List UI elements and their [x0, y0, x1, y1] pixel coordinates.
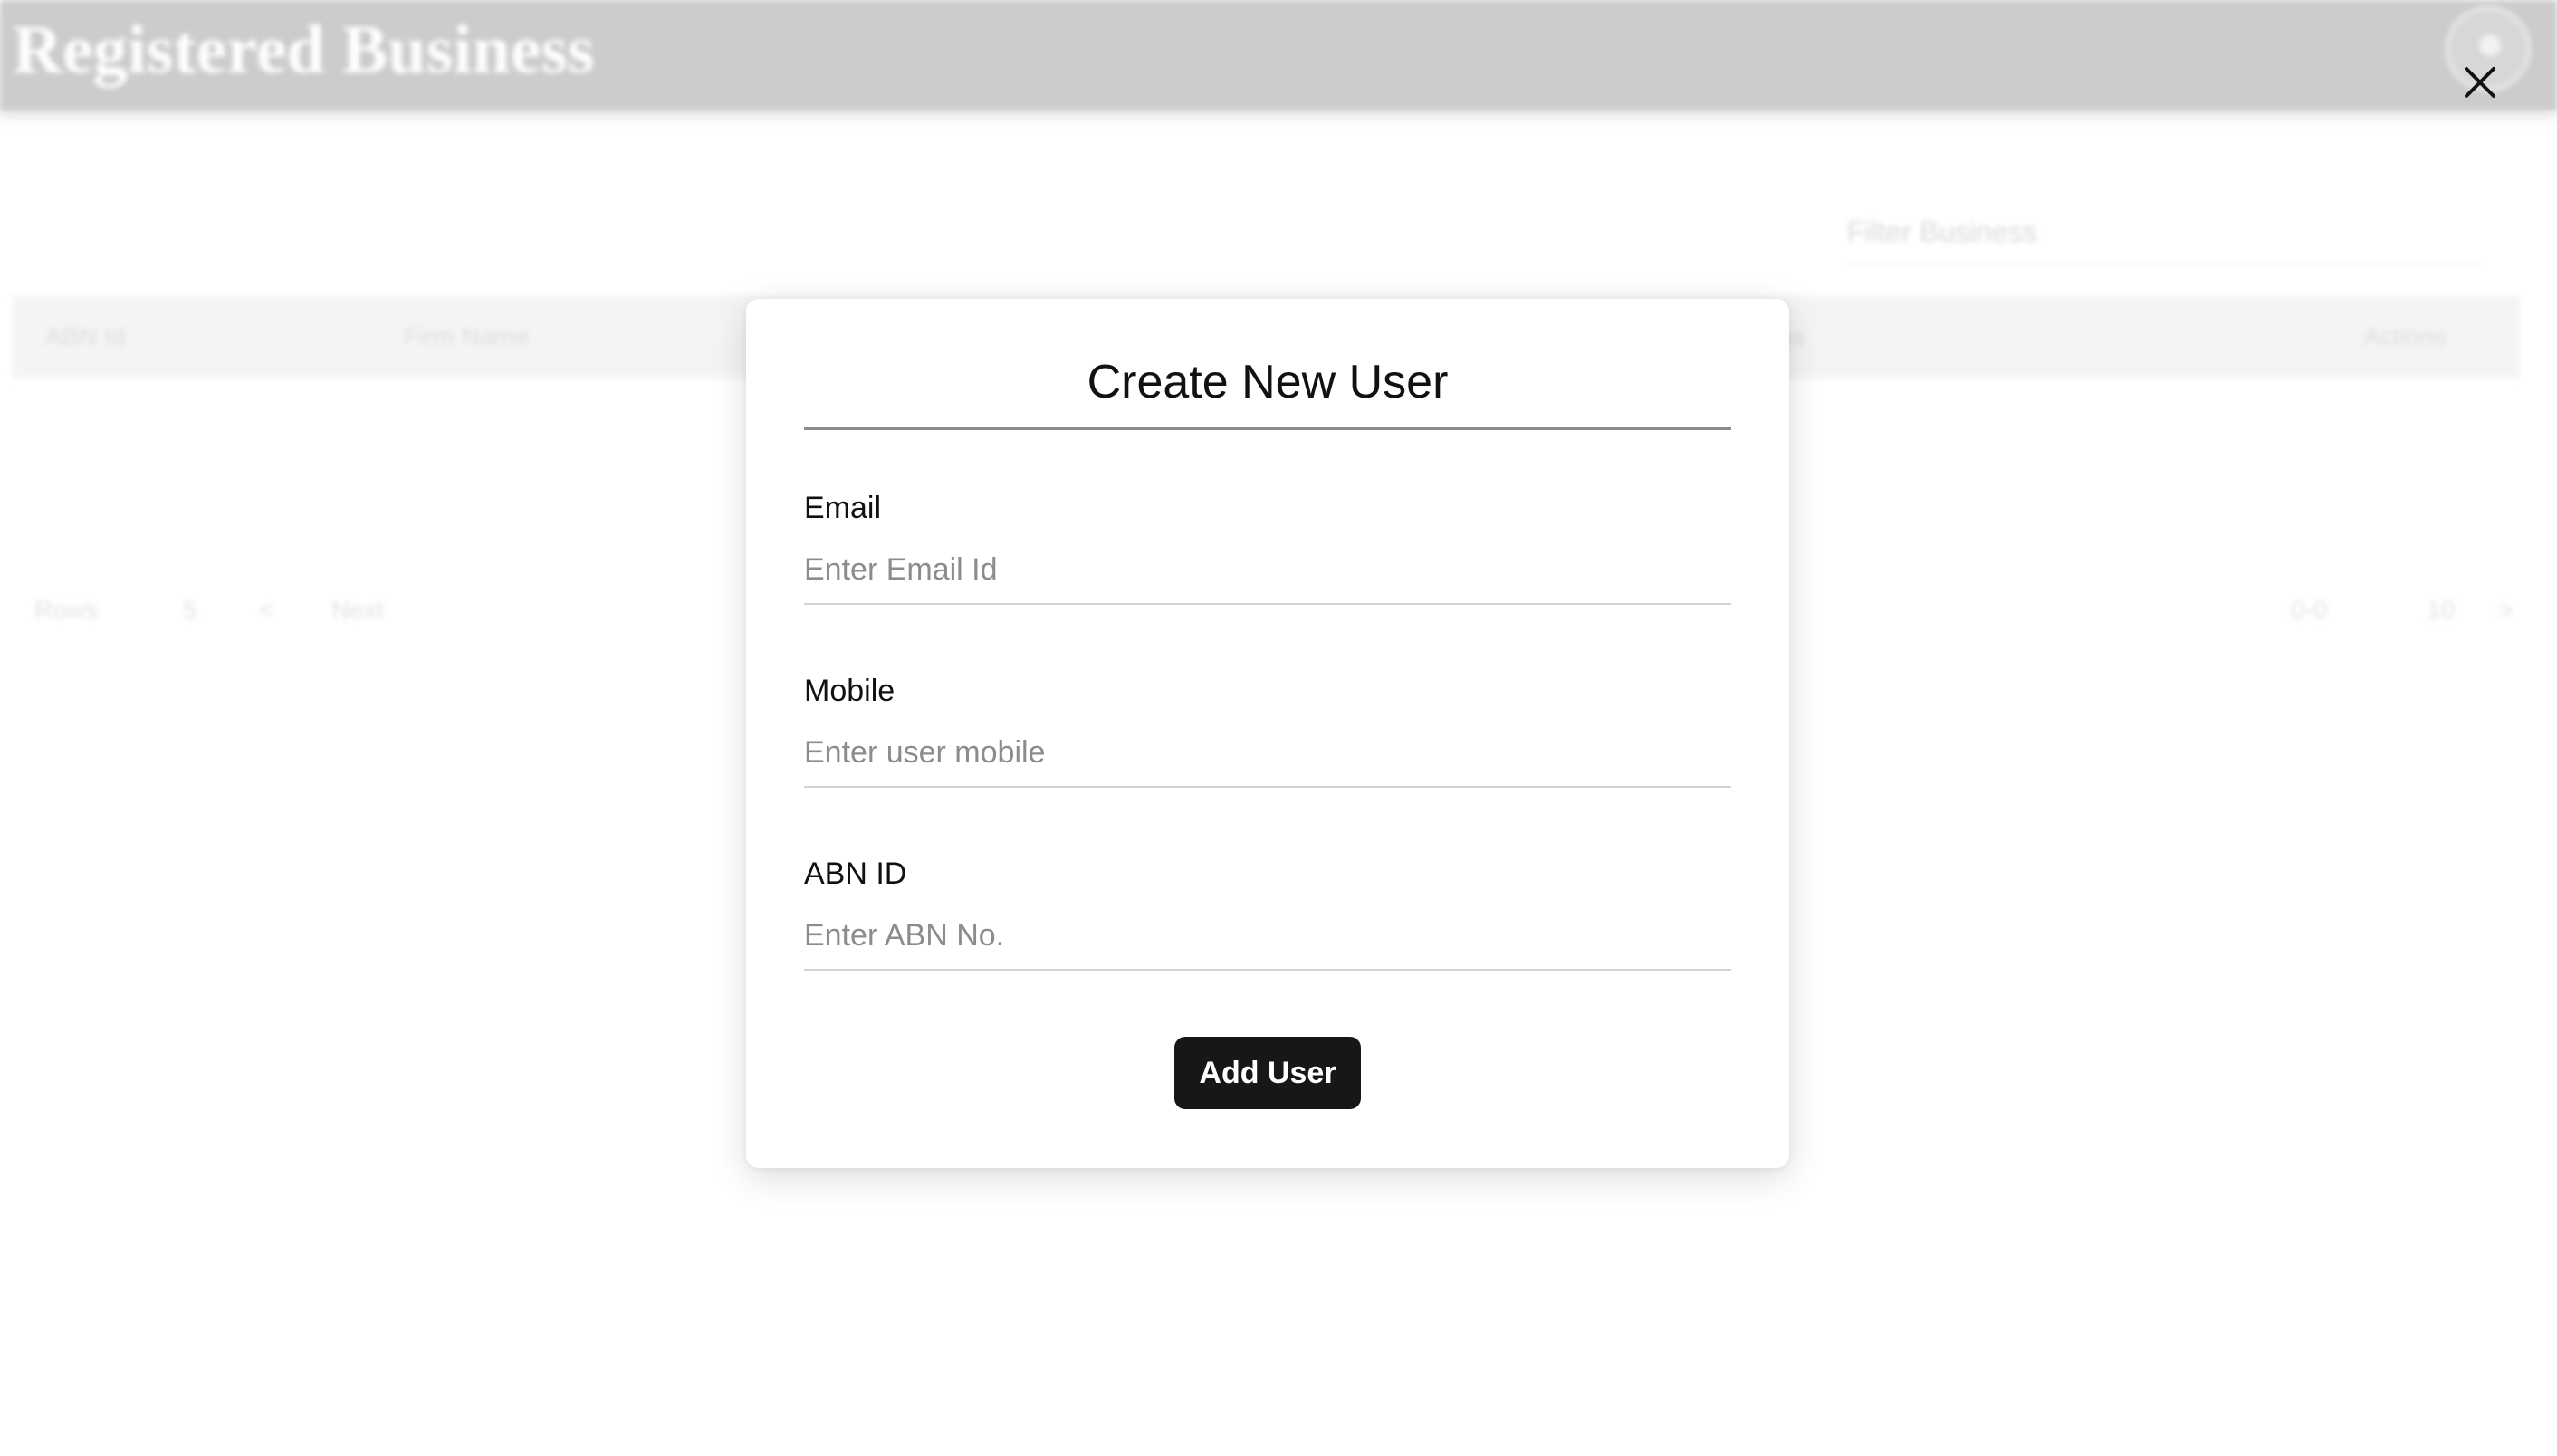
rows-per-page-label: Rows — [34, 596, 99, 624]
mobile-label: Mobile — [804, 674, 895, 708]
prev-page-button: < — [259, 596, 274, 624]
next-page-button: Next — [331, 596, 384, 624]
column-header-actions: Actions — [2363, 322, 2447, 350]
app-title: Registered Business — [13, 12, 595, 88]
email-input[interactable] — [804, 536, 1731, 605]
modal-title: Create New User — [1087, 356, 1449, 408]
column-header-abn-id: ABN Id — [45, 322, 126, 350]
mobile-input[interactable] — [804, 719, 1731, 788]
abn-id-field-group: ABN ID — [804, 857, 1731, 992]
abn-id-input[interactable] — [804, 902, 1731, 971]
last-page-button: > — [2499, 596, 2514, 624]
email-field-group: Email — [804, 491, 1731, 627]
page-total: 10 — [2427, 596, 2456, 624]
mobile-field-group: Mobile — [804, 674, 1731, 809]
close-icon-glyph — [2465, 67, 2495, 98]
close-icon[interactable] — [2461, 63, 2499, 101]
rows-per-page-value: 5 — [183, 596, 197, 624]
title-divider — [804, 427, 1731, 430]
avatar-icon — [2479, 34, 2501, 56]
app-header: Registered Business — [0, 0, 2557, 110]
column-header-firm-name: Firm Name — [404, 322, 530, 350]
abn-id-label: ABN ID — [804, 857, 907, 891]
add-user-button[interactable]: Add User — [1174, 1037, 1361, 1109]
create-user-modal: Create New User Email Mobile ABN ID Add … — [746, 299, 1789, 1168]
page-range: 0-0 — [2291, 596, 2328, 624]
filter-input-underline — [1847, 263, 2481, 264]
email-label: Email — [804, 491, 882, 525]
filter-input-placeholder: Filter Business — [1847, 216, 2037, 248]
